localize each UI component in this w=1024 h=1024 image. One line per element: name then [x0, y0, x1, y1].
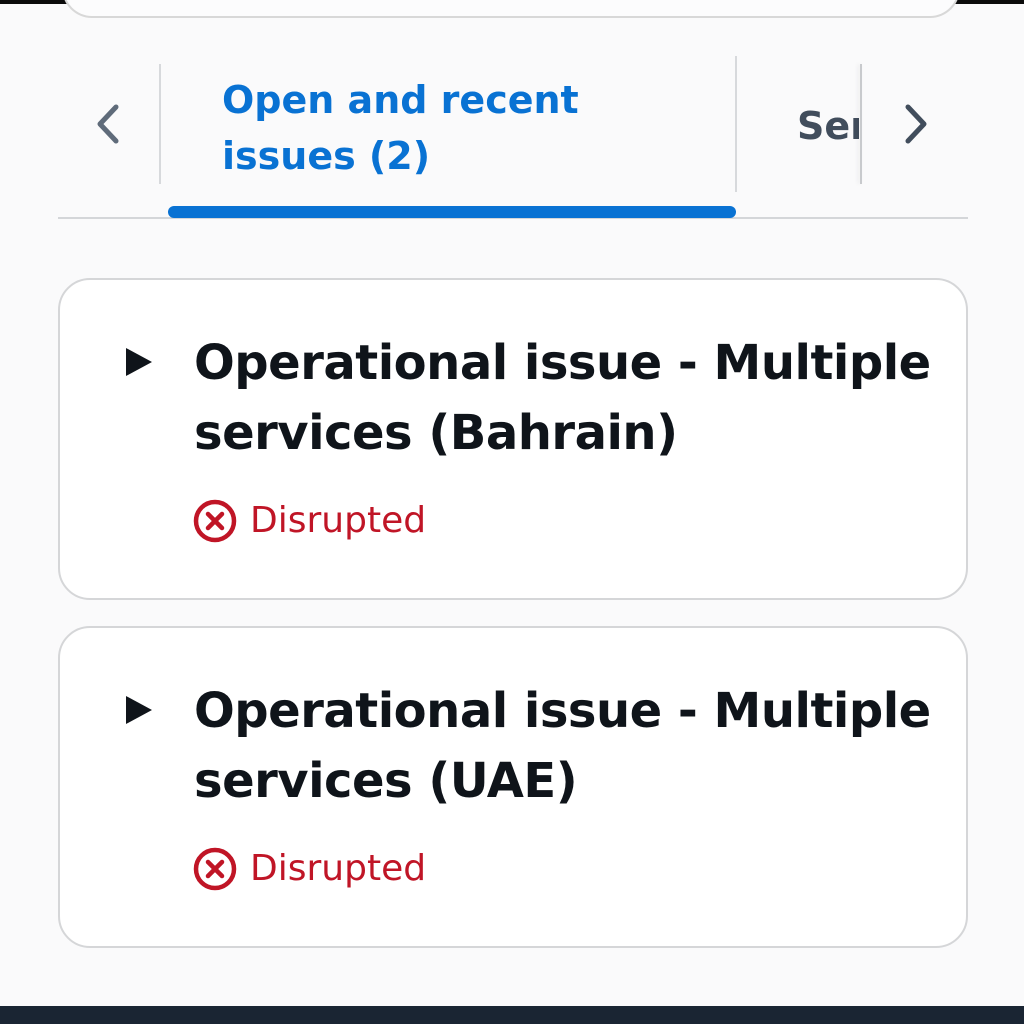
tab-separator: [159, 64, 161, 184]
status-label: Disrupted: [250, 500, 427, 541]
error-circle-icon: [193, 499, 237, 543]
tabs-scroll-left-button[interactable]: [86, 100, 130, 148]
expand-caret-icon[interactable]: [126, 348, 152, 376]
status-indicator: Disrupted: [192, 498, 426, 544]
issue-title[interactable]: Operational issue - Multiple services (B…: [194, 328, 934, 468]
issue-card: Operational issue - Multiple services (U…: [58, 626, 968, 948]
chevron-left-icon: [97, 104, 119, 144]
tab-next-partial[interactable]: Ser: [797, 100, 859, 152]
issue-title[interactable]: Operational issue - Multiple services (U…: [194, 676, 934, 816]
tab-separator: [735, 56, 737, 192]
issue-card: Operational issue - Multiple services (B…: [58, 278, 968, 600]
status-indicator: Disrupted: [192, 846, 426, 892]
previous-card-bottom-edge: [62, 0, 960, 18]
chevron-right-icon: [905, 104, 927, 144]
status-label: Disrupted: [250, 848, 427, 889]
tab-scroll-fade-edge: [860, 64, 862, 184]
expand-caret-icon[interactable]: [126, 696, 152, 724]
tabs-scroll-right-button[interactable]: [894, 100, 938, 148]
bottom-navigation-edge: [0, 1006, 1024, 1024]
error-circle-icon: [193, 847, 237, 891]
tab-open-and-recent-issues[interactable]: Open and recent issues (2): [222, 72, 722, 184]
active-tab-indicator: [168, 206, 736, 218]
